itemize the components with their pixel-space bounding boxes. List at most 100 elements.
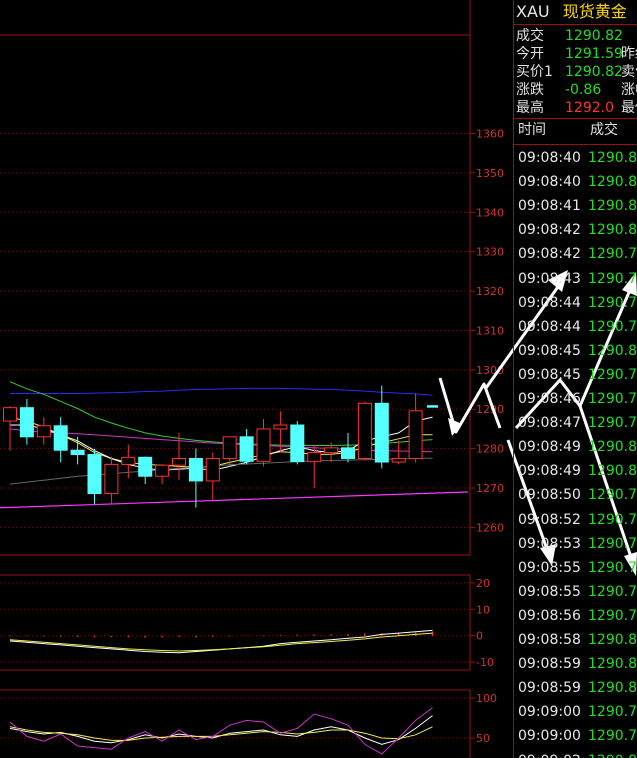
- symbol-name: 现货黄金: [562, 2, 627, 21]
- tick-price: 1290.8: [588, 680, 637, 697]
- tick-price: 1290.7: [588, 511, 637, 528]
- tick-row: 09:09:021290.8: [518, 749, 637, 758]
- symbol-code: XAU: [516, 2, 550, 21]
- tick-time: 09:09:00: [518, 728, 581, 745]
- candle-body: [53, 425, 68, 451]
- tick-row: 09:08:45 1290.8: [518, 339, 637, 363]
- quote-label-secondary: 最低: [621, 100, 637, 116]
- tick-row: 09:08:55 1290.7: [518, 580, 637, 604]
- tick-price: 1290.8: [588, 463, 637, 480]
- candle-body: [188, 457, 203, 482]
- candle-body: [256, 428, 271, 462]
- candle-body: [19, 407, 34, 438]
- y-tick-label: 1350: [476, 167, 504, 180]
- candle-body: [138, 456, 153, 477]
- tick-time: 09:08:59: [518, 656, 581, 673]
- quote-label-secondary: 涨幅: [621, 82, 637, 98]
- y-tick-label: 1340: [476, 206, 504, 219]
- tick-row: 09:08:59 1290.8: [518, 676, 637, 700]
- tick-price: 1290.8: [588, 749, 637, 758]
- tick-price: 1290.8: [588, 656, 637, 673]
- quote-label: 涨跌: [516, 82, 544, 98]
- quote-label: 最高: [516, 100, 544, 116]
- y-tick-label: 1310: [476, 324, 504, 337]
- indicator-2-line: [9, 726, 433, 741]
- candle-body: [324, 447, 339, 454]
- tick-row: 09:08:55 1290.7: [518, 556, 637, 580]
- tick-price: 1290.8: [588, 439, 637, 456]
- tick-price: 1290.7: [588, 535, 637, 552]
- tick-price: 1290.7: [588, 487, 637, 504]
- tick-row: 09:08:59 1290.8: [518, 652, 637, 676]
- tick-price: 1290.7: [588, 583, 637, 600]
- candle-body: [307, 452, 322, 463]
- tick-header-time: 时间: [518, 122, 546, 138]
- y-tick-label: 1360: [476, 127, 504, 140]
- tick-price: 1290.7: [588, 294, 637, 311]
- indicator-2-line: [9, 715, 433, 745]
- tick-row: 09:09:00 1290.7: [518, 724, 637, 748]
- tick-row: 09:08:44 1290.7: [518, 291, 637, 315]
- y-tick-label: 1290: [476, 403, 504, 416]
- candle-body: [391, 457, 406, 463]
- tick-price: 1290.7: [588, 728, 637, 745]
- indicator-2-lines: [9, 707, 433, 755]
- quote-row: 今开 1291.59昨结: [516, 45, 637, 64]
- indicator-panel-1: -10 0 10 20: [0, 574, 494, 671]
- tick-time: 09:08:44: [518, 318, 581, 335]
- tick-time: 09:08:40: [518, 150, 581, 166]
- candle-body: [121, 456, 136, 465]
- ma-line: [10, 387, 433, 396]
- quote-value: 1290.82: [565, 28, 623, 44]
- tick-time: 09:08:44: [518, 294, 581, 311]
- tick-price: 1290.7: [588, 391, 637, 407]
- tick-price: 1290.7: [588, 318, 637, 335]
- quote-row: 涨跌 -0.86 涨幅: [516, 81, 637, 100]
- tick-row: 09:08:53 1290.7: [518, 532, 637, 556]
- tick-row: 09:08:50 1290.7: [518, 483, 637, 507]
- quote-value: 1290.82: [565, 64, 623, 80]
- y-tick-label: 1270: [476, 482, 504, 495]
- quote-header: XAU 现货黄金: [516, 0, 627, 24]
- tick-price: 1290.7: [588, 607, 637, 624]
- tick-price: 1290.7: [588, 270, 637, 287]
- tick-price: 1290.7: [588, 559, 637, 576]
- tick-price: 1290.8: [588, 174, 637, 191]
- tick-row: 09:08:42 1290.8: [518, 218, 637, 242]
- tick-price: 1290.8: [588, 342, 637, 359]
- indicator-1-y-axis-labels: -10 0 10 20: [476, 577, 494, 669]
- tick-time: 09:08:55: [518, 583, 581, 600]
- y-tick-label: 20: [476, 577, 490, 590]
- quote-divider: [514, 118, 637, 119]
- indicator-panel-2: 50 100: [0, 689, 497, 758]
- candle-body: [87, 454, 102, 495]
- y-tick-label: 100: [476, 692, 497, 705]
- y-tick-label: 50: [476, 732, 490, 745]
- quote-row: 买价1 1290.82卖价: [516, 63, 637, 82]
- quote-label: 买价1: [516, 64, 553, 80]
- tick-price: 1290.7: [588, 704, 637, 721]
- indicator-1-line: [9, 632, 433, 652]
- tick-time: 09:08:55: [518, 559, 581, 576]
- tick-row: 09:08:46 1290.7: [518, 387, 637, 411]
- tick-row: 09:08:42 1290.7: [518, 242, 637, 266]
- quote-value: 1291.59: [565, 46, 623, 62]
- tick-header-price: 成交: [590, 122, 618, 138]
- candle-body: [155, 464, 170, 477]
- tick-time: 09:08:40: [518, 174, 581, 191]
- tick-row: 09:08:56 1290.7: [518, 604, 637, 628]
- quote-panel: XAU 现货黄金 成交1290.82今开1291.59昨结买价11290.82卖…: [513, 0, 637, 758]
- candle-body: [290, 424, 305, 463]
- tick-row: 09:08:49 1290.8: [518, 435, 637, 459]
- tick-header-divider: [514, 144, 637, 145]
- tick-price: 1290.8: [588, 632, 637, 648]
- candle-body: [70, 449, 85, 456]
- tick-price: 1290.7: [588, 415, 637, 432]
- tick-price: 1290.8: [588, 198, 637, 215]
- candle-body: [222, 436, 237, 459]
- tick-time: 09:09:02: [518, 749, 588, 758]
- indicator-2-y-axis-labels: 50 100: [476, 692, 497, 745]
- tick-time: 09:08:49: [518, 463, 581, 480]
- quote-value: 1292.0: [565, 100, 614, 116]
- y-tick-label: 1320: [476, 285, 504, 298]
